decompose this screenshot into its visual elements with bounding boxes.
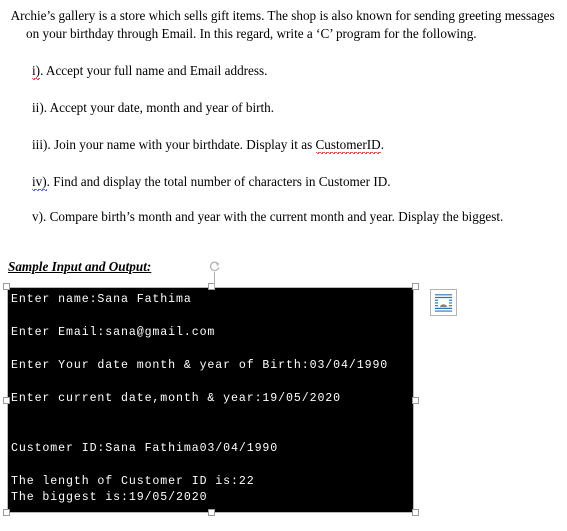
resize-handle-top-left[interactable] (3, 283, 10, 290)
resize-handle-middle-left[interactable] (3, 397, 10, 404)
rotate-icon (209, 261, 220, 272)
layout-options-button[interactable] (430, 289, 457, 316)
question-text: Archie’s gallery is a store which sells … (10, 8, 555, 41)
sub-item-v-marker: v) (32, 209, 43, 224)
console-line: Customer ID:Sana Fathima03/04/1990 (11, 442, 279, 455)
sub-item-iv: iv). Find and display the total number o… (32, 173, 391, 191)
sample-io-heading: Sample Input and Output: (8, 259, 152, 274)
console-line: Enter Your date month & year of Birth:03… (11, 359, 389, 372)
question-paragraph: 5. Archie’s gallery is a store which sel… (8, 7, 564, 43)
resize-handle-bottom-right[interactable] (412, 509, 419, 516)
console-line: Enter current date,month & year:19/05/20… (11, 392, 342, 405)
document-page: 5. Archie’s gallery is a store which sel… (0, 0, 567, 531)
sub-item-iii-text: . Join your name with your birthdate. Di… (47, 137, 316, 152)
console-line: Enter name:Sana Fathima (11, 293, 192, 306)
resize-handle-bottom-center[interactable] (208, 509, 215, 516)
sub-item-iii-period: . (380, 137, 384, 152)
console-line: Enter Email:sana@gmail.com (11, 326, 216, 339)
sub-item-i: i). Accept your full name and Email addr… (32, 62, 267, 80)
console-line: The length of Customer ID is:22 (11, 475, 255, 488)
sub-item-iv-marker: iv) (32, 174, 47, 191)
sub-item-v: v). Compare birth’s month and year with … (32, 208, 503, 226)
sub-item-i-text: . Accept your full name and Email addres… (40, 63, 268, 78)
resize-handle-bottom-left[interactable] (3, 509, 10, 516)
sub-item-ii-marker: ii) (32, 100, 44, 115)
customer-id-term: CustomerID (315, 137, 381, 154)
sub-item-v-text: . Compare birth’s month and year with th… (43, 209, 504, 224)
rotate-handle[interactable] (208, 260, 222, 290)
sub-item-iii-marker: iii) (32, 137, 48, 152)
console-screen: Enter name:Sana Fathima Enter Email:sana@… (8, 288, 413, 512)
resize-handle-middle-right[interactable] (412, 397, 419, 404)
console-image-object[interactable]: Enter name:Sana Fathima Enter Email:sana@… (3, 261, 419, 516)
sub-item-ii: ii). Accept your date, month and year of… (32, 99, 274, 117)
resize-handle-top-right[interactable] (412, 283, 419, 290)
rotate-handle-stem (214, 272, 215, 290)
sub-item-i-marker: i) (32, 63, 41, 80)
text-wrapping-icon (434, 294, 453, 312)
sub-item-ii-text: . Accept your date, month and year of bi… (43, 100, 275, 115)
console-line: The biggest is:19/05/2020 (11, 491, 208, 504)
sub-item-iii: iii). Join your name with your birthdate… (32, 136, 384, 154)
sub-item-iv-text: . Find and display the total number of c… (46, 174, 391, 189)
